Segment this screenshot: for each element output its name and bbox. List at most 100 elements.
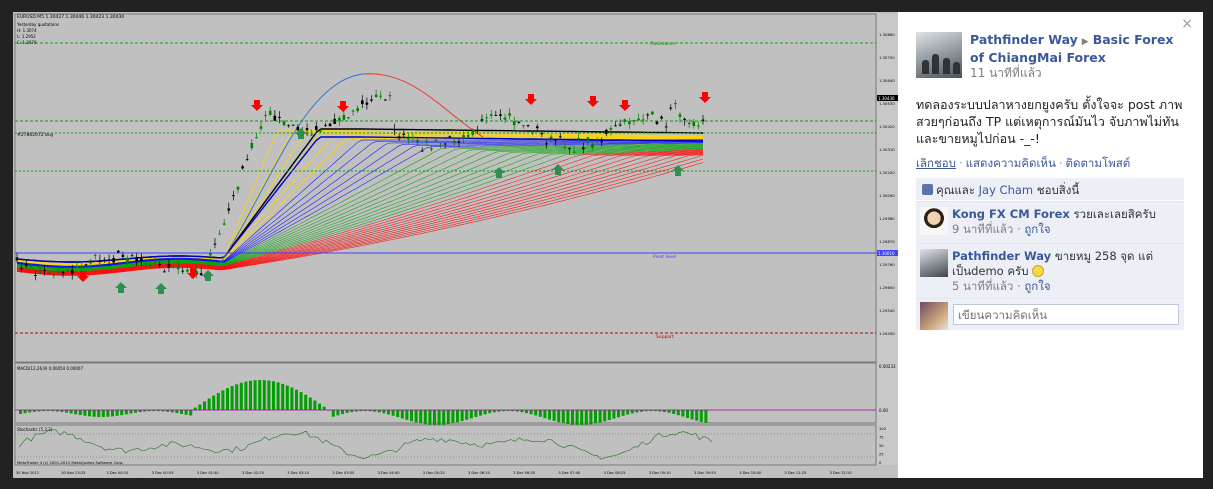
macd-bar — [414, 410, 418, 423]
macd-label: MACD(12,26,9) 0.00054 0.00007 — [17, 366, 83, 371]
liker-link[interactable]: Jay Cham — [979, 183, 1033, 197]
pivot-price-label: 1.30010 — [878, 251, 895, 256]
macd-bar — [543, 410, 547, 419]
stoch-tick-label: 100 — [879, 427, 887, 431]
commenter-avatar[interactable] — [920, 249, 948, 277]
candle-body — [347, 117, 350, 119]
commenter-name[interactable]: Kong FX CM Forex — [952, 207, 1070, 221]
facebook-photo-sidebar: × Pathfinder Way ▶ Basic Forex of ChiangMa… — [898, 12, 1203, 478]
macd-bar — [134, 410, 137, 413]
close-icon[interactable]: × — [1181, 16, 1193, 32]
time-tick-label: 3 Dec 03:10 — [287, 471, 310, 475]
macd-bar — [561, 410, 565, 424]
candle-body — [305, 128, 309, 131]
candle-body — [126, 257, 129, 264]
candle-body — [15, 257, 19, 261]
candle-body — [549, 136, 553, 139]
comment-like-link[interactable]: ถูกใจ — [1024, 279, 1050, 293]
commenter-name[interactable]: Pathfinder Way — [952, 249, 1051, 263]
macd-bar — [387, 410, 390, 415]
macd-bar — [396, 410, 400, 418]
time-tick-label: 3 Dec 07:40 — [558, 471, 581, 475]
candle-body — [388, 95, 392, 97]
macd-bar — [695, 410, 699, 421]
candle-body — [476, 130, 479, 132]
candle-body — [568, 147, 571, 149]
stoch-tick-label: 75 — [879, 436, 884, 440]
candle-body — [512, 121, 516, 126]
trading-chart[interactable]: EURUSD.M5 1.30427 1.30446 1.30423 1.3043… — [13, 12, 898, 478]
candle-body — [494, 114, 498, 116]
price-tick-label: 1.30530 — [879, 101, 895, 106]
price-tick-label: 1.29870 — [879, 239, 895, 244]
author-avatar[interactable] — [916, 32, 962, 78]
likes-suffix: ชอบสิ่งนี้ — [1036, 183, 1080, 197]
macd-bar — [180, 410, 183, 414]
comment-item: Pathfinder Way ขายหมู 258 จุด แต่เป็นdem… — [916, 243, 1184, 298]
candle-body — [664, 126, 668, 128]
price-tick-label: 1.30640 — [879, 78, 895, 83]
comment-link[interactable]: แสดงความคิดเห็น — [966, 156, 1056, 170]
candle-body — [517, 121, 521, 123]
macd-bar — [88, 410, 91, 417]
candle-body — [57, 271, 60, 274]
candle-body — [674, 103, 677, 105]
candle-body — [462, 135, 465, 139]
candle-body — [499, 114, 502, 116]
candle-body — [618, 124, 622, 126]
macd-bar — [258, 380, 262, 410]
candle-body — [144, 263, 148, 265]
macd-pane — [14, 362, 877, 424]
author-link[interactable]: Pathfinder Way — [970, 32, 1078, 47]
macd-bar — [115, 410, 119, 416]
macd-bar — [382, 410, 386, 414]
macd-bar — [488, 410, 492, 414]
candle-body — [581, 147, 585, 149]
candle-body — [172, 266, 175, 268]
macd-bar — [272, 381, 275, 410]
price-tick-label: 1.30200 — [879, 170, 895, 175]
candle-body — [291, 124, 295, 126]
candle-body — [20, 268, 23, 270]
macd-bar — [469, 410, 473, 419]
post-header: Pathfinder Way ▶ Basic Forex of ChiangMai … — [916, 32, 1186, 81]
macd-bar — [226, 388, 229, 410]
candle-body — [209, 253, 212, 256]
time-tick-label: 3 Dec 02:25 — [242, 471, 264, 475]
candle-body — [655, 121, 659, 124]
candle-body — [245, 159, 249, 161]
candle-body — [80, 265, 83, 267]
candle-body — [535, 126, 539, 129]
candle-body — [628, 121, 631, 125]
macd-bar — [124, 410, 128, 415]
post-time[interactable]: 11 นาทีที่แล้ว — [970, 66, 1186, 81]
macd-bar — [575, 410, 579, 425]
stoch-tick-label: 25 — [879, 453, 884, 457]
comment-composer — [916, 298, 1184, 330]
candle-body — [402, 133, 406, 135]
candle-body — [29, 265, 33, 268]
candle-body — [314, 125, 318, 130]
commenter-avatar[interactable] — [920, 207, 948, 235]
macd-bar — [704, 410, 708, 423]
comment-time[interactable]: 5 นาทีที่แล้ว — [952, 279, 1013, 293]
unlike-link[interactable]: เลิกชอบ — [916, 156, 956, 170]
comment-input[interactable] — [953, 304, 1179, 325]
time-tick-label: 3 Dec 08:25 — [604, 471, 626, 475]
comment-like-link[interactable]: ถูกใจ — [1024, 222, 1050, 236]
candle-body — [107, 259, 111, 261]
time-tick-label: 3 Dec 10:40 — [739, 471, 762, 475]
time-tick-label: 3 Dec 00:10 — [106, 471, 129, 475]
macd-bar — [479, 410, 482, 416]
candle-body — [24, 264, 28, 266]
candle-body — [370, 99, 373, 101]
comment-time[interactable]: 9 นาทีที่แล้ว — [952, 222, 1013, 236]
macd-bar — [626, 410, 630, 415]
candle-body — [255, 137, 258, 139]
candle-body — [637, 118, 640, 121]
candle-body — [443, 143, 447, 145]
candle-body — [365, 102, 369, 105]
candle-body — [268, 110, 272, 115]
follow-post-link[interactable]: ติดตามโพสต์ — [1066, 156, 1131, 170]
candle-body — [130, 255, 134, 257]
